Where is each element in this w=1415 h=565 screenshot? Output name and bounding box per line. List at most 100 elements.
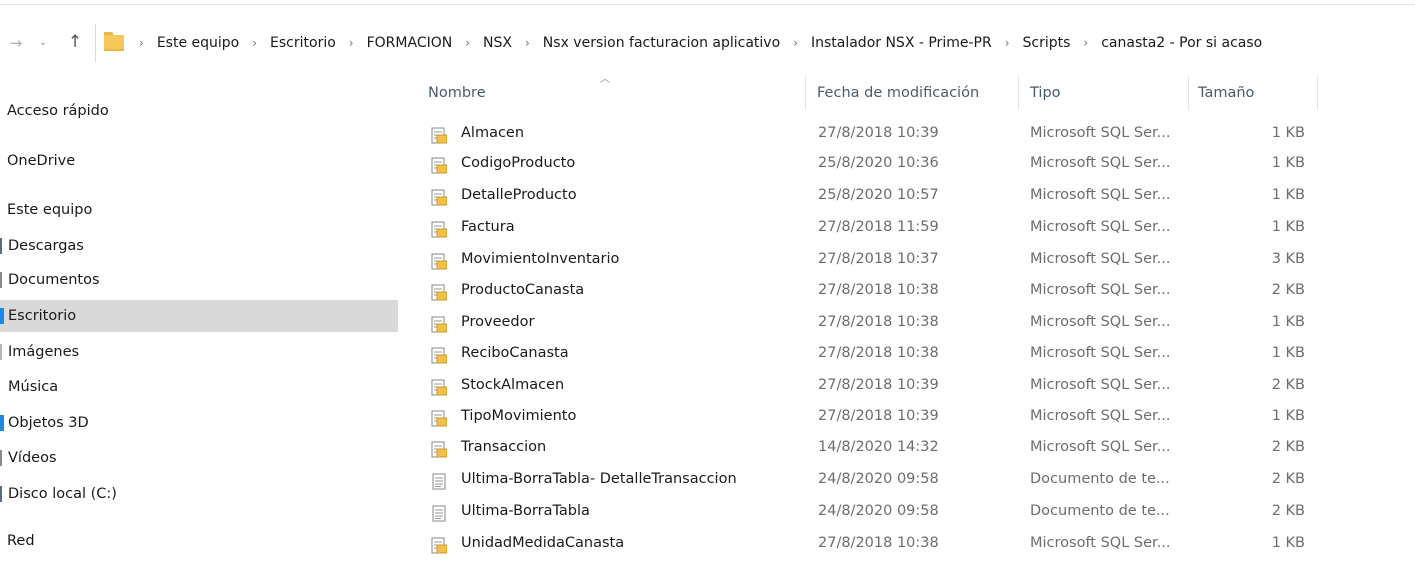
column-divider[interactable] xyxy=(1018,76,1019,110)
file-name: MovimientoInventario xyxy=(461,251,620,267)
file-row[interactable]: Transaccion 14/8/2020 14:32 Microsoft SQL … xyxy=(420,432,1320,462)
breadcrumb-item[interactable]: canasta2 - Por si acaso xyxy=(1099,35,1264,51)
sidebar-item[interactable]: Imágenes xyxy=(0,336,398,368)
file-name: ReciboCanasta xyxy=(461,345,569,361)
breadcrumb-item[interactable]: Instalador NSX - Prime-PR xyxy=(809,35,994,51)
breadcrumb-item[interactable]: NSX xyxy=(481,35,514,51)
sidebar-item-label: Red xyxy=(7,533,35,549)
file-date-modified: 27/8/2018 10:38 xyxy=(818,282,939,298)
file-row[interactable]: Factura 27/8/2018 11:59 Microsoft SQL Ser.… xyxy=(420,212,1320,242)
breadcrumb-separator-chevron-icon[interactable]: › xyxy=(514,36,541,50)
file-row[interactable]: Ultima-BorraTabla- DetalleTransaccion 24/… xyxy=(420,464,1320,494)
sidebar-item[interactable]: Escritorio xyxy=(0,300,398,332)
breadcrumb-item[interactable]: Este equipo xyxy=(155,35,241,51)
file-row[interactable]: UnidadMedidaCanasta 27/8/2018 10:38 Micros… xyxy=(420,528,1320,558)
breadcrumb-separator-chevron-icon[interactable]: › xyxy=(782,36,809,50)
file-size: 1 KB xyxy=(1271,155,1305,171)
sidebar-item[interactable]: Acceso rápido xyxy=(0,95,398,127)
breadcrumb-item[interactable]: Escritorio xyxy=(268,35,338,51)
sidebar-folder-icon xyxy=(0,415,4,431)
file-row[interactable]: ProductoCanasta 27/8/2018 10:38 Microsoft … xyxy=(420,275,1320,305)
breadcrumb-separator-chevron-icon[interactable]: › xyxy=(128,36,155,50)
file-size: 2 KB xyxy=(1271,503,1305,519)
file-type: Microsoft SQL Ser... xyxy=(1030,282,1171,298)
sidebar-folder-icon xyxy=(0,238,2,254)
sidebar-item[interactable]: Vídeos xyxy=(0,442,398,474)
file-type: Microsoft SQL Ser... xyxy=(1030,219,1171,235)
file-size: 2 KB xyxy=(1271,471,1305,487)
file-size: 1 KB xyxy=(1271,219,1305,235)
column-header-name[interactable]: Nombre xyxy=(428,76,486,110)
sidebar-item-label: Imágenes xyxy=(8,344,80,360)
sidebar-folder-icon xyxy=(0,272,2,288)
breadcrumb-item[interactable]: FORMACION xyxy=(365,35,455,51)
forward-arrow-icon[interactable]: → xyxy=(7,24,25,62)
file-row[interactable]: DetalleProducto 25/8/2020 10:57 Microsoft … xyxy=(420,180,1320,210)
file-row[interactable]: MovimientoInventario 27/8/2018 10:37 Micro… xyxy=(420,244,1320,274)
sidebar-item-label: Descargas xyxy=(8,238,84,254)
sidebar-item-label: Escritorio xyxy=(8,308,77,324)
sidebar-item-label: Acceso rápido xyxy=(7,103,109,119)
window-top-edge xyxy=(0,0,1415,5)
file-type: Microsoft SQL Ser... xyxy=(1030,345,1171,361)
column-header-type[interactable]: Tipo xyxy=(1030,76,1061,110)
file-date-modified: 24/8/2020 09:58 xyxy=(818,503,939,519)
sql-script-icon xyxy=(431,251,448,270)
file-date-modified: 27/8/2018 10:38 xyxy=(818,535,939,551)
sidebar-item-label: Vídeos xyxy=(8,450,57,466)
sidebar-item[interactable]: Documentos xyxy=(0,264,398,296)
file-date-modified: 24/8/2020 09:58 xyxy=(818,471,939,487)
file-row[interactable]: Ultima-BorraTabla 24/8/2020 09:58 Document… xyxy=(420,496,1320,526)
breadcrumb-separator-chevron-icon[interactable]: › xyxy=(338,36,365,50)
sidebar-item[interactable]: OneDrive xyxy=(0,145,398,177)
file-row[interactable]: CodigoProducto 25/8/2020 10:36 Microsoft S… xyxy=(420,148,1320,178)
sidebar-item[interactable]: Red xyxy=(0,525,398,557)
sidebar-item[interactable]: Objetos 3D xyxy=(0,407,398,439)
sql-script-icon xyxy=(431,219,448,238)
file-name: TipoMovimiento xyxy=(461,408,577,424)
column-divider[interactable] xyxy=(1188,76,1189,110)
file-name: StockAlmacen xyxy=(461,377,565,393)
sidebar-item-label: Música xyxy=(8,379,59,395)
sidebar-folder-icon xyxy=(0,308,4,324)
file-type: Microsoft SQL Ser... xyxy=(1030,251,1171,267)
file-date-modified: 27/8/2018 10:39 xyxy=(818,125,939,141)
file-size: 2 KB xyxy=(1271,377,1305,393)
sidebar-item[interactable]: Música xyxy=(0,371,398,403)
file-row[interactable]: Almacen 27/8/2018 10:39 Microsoft SQL Ser.… xyxy=(420,118,1320,148)
breadcrumb-separator-chevron-icon[interactable]: › xyxy=(994,36,1021,50)
file-row[interactable]: StockAlmacen 27/8/2018 10:39 Microsoft SQL… xyxy=(420,370,1320,400)
file-type: Microsoft SQL Ser... xyxy=(1030,535,1171,551)
breadcrumb-item[interactable]: Scripts xyxy=(1021,35,1073,51)
column-divider[interactable] xyxy=(1317,76,1318,110)
breadcrumb-separator-chevron-icon[interactable]: › xyxy=(454,36,481,50)
column-divider[interactable] xyxy=(805,76,806,110)
file-name: ProductoCanasta xyxy=(461,282,585,298)
column-header-size[interactable]: Tamaño xyxy=(1198,76,1254,110)
file-name: DetalleProducto xyxy=(461,187,577,203)
sidebar-item[interactable]: Este equipo xyxy=(0,194,398,226)
address-path-box[interactable]: › Este equipo › Escritorio › FORMACION › NSX › Ns… xyxy=(95,24,1415,62)
breadcrumb-separator-chevron-icon[interactable]: › xyxy=(1072,36,1099,50)
sql-script-icon xyxy=(431,408,448,427)
file-row[interactable]: TipoMovimiento 27/8/2018 10:39 Microsoft S… xyxy=(420,401,1320,431)
sidebar-item[interactable]: Disco local (C:) xyxy=(0,478,398,510)
file-date-modified: 27/8/2018 10:39 xyxy=(818,377,939,393)
sql-script-icon xyxy=(431,439,448,458)
sql-script-icon xyxy=(431,282,448,301)
column-header-date[interactable]: Fecha de modificación xyxy=(817,76,979,110)
file-row[interactable]: ReciboCanasta 27/8/2018 10:38 Microsoft SQ… xyxy=(420,338,1320,368)
file-size: 3 KB xyxy=(1271,251,1305,267)
breadcrumb-separator-chevron-icon[interactable]: › xyxy=(241,36,268,50)
file-date-modified: 27/8/2018 10:38 xyxy=(818,314,939,330)
file-name: UnidadMedidaCanasta xyxy=(461,535,625,551)
sidebar-item-label: Este equipo xyxy=(7,202,93,218)
file-row[interactable]: Proveedor 27/8/2018 10:38 Microsoft SQL Se… xyxy=(420,307,1320,337)
up-arrow-icon[interactable]: ↑ xyxy=(65,24,85,62)
sidebar-item[interactable]: Descargas xyxy=(0,230,398,262)
recent-locations-chevron-down-icon[interactable]: ⌄ xyxy=(36,24,50,62)
sql-script-icon xyxy=(431,345,448,364)
breadcrumb-item[interactable]: Nsx version facturacion aplicativo xyxy=(541,35,782,51)
sort-ascending-icon: ︿ xyxy=(600,74,610,85)
file-type: Microsoft SQL Ser... xyxy=(1030,377,1171,393)
